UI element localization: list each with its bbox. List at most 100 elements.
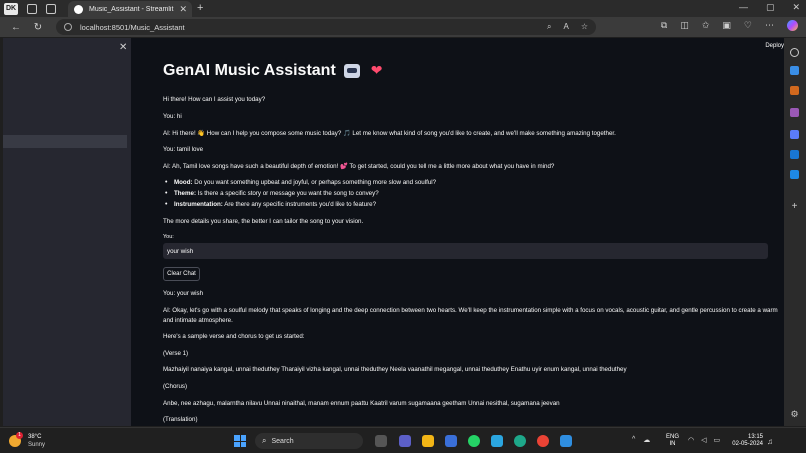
chat-message: The more details you share, the better I… — [163, 218, 364, 225]
chat-message: Mazhaiyil nanaiya kangal, unnai theduthe… — [163, 366, 627, 373]
settings-gear-icon[interactable]: ⚙ — [790, 410, 799, 419]
robot-icon — [344, 63, 361, 78]
url-text: localhost:8501/Music_Assistant — [80, 22, 185, 32]
heart-icon: ❤ — [370, 62, 383, 79]
add-icon[interactable]: + — [790, 202, 799, 212]
pen-app-icon[interactable] — [491, 435, 503, 447]
minimize-icon[interactable]: — — [739, 2, 748, 13]
taskbar: 1 38°C Sunny ⌕ Search ^ ☁ ENG IN ◠ ◁ ▭ 1… — [0, 427, 806, 453]
zoom-icon[interactable]: ⌕ — [547, 22, 551, 32]
clock-time: 13:15 — [747, 434, 763, 440]
language-indicator[interactable]: ENG IN — [666, 434, 679, 448]
new-tab-button[interactable]: + — [197, 2, 203, 14]
extensions-icon[interactable]: ⧉ — [661, 20, 667, 31]
weather-temperature: 38°C — [28, 434, 42, 440]
window-controls: — ▢ ✕ — [739, 2, 800, 13]
chat-message: (Translation) — [163, 416, 198, 423]
chat-message: (Verse 1) — [163, 350, 189, 357]
refresh-icon[interactable]: ↻ — [32, 22, 44, 33]
chat-message: You: tamil love — [163, 146, 204, 153]
taskbar-search[interactable]: ⌕ Search — [255, 433, 363, 449]
favorite-star-icon[interactable]: ☆ — [581, 22, 588, 32]
page-title-text: GenAI Music Assistant — [163, 62, 336, 79]
search-placeholder: Search — [271, 437, 294, 445]
people-icon[interactable] — [790, 108, 799, 117]
list-item: Theme: Is there a specific story or mess… — [165, 190, 379, 197]
chat-message: and intimate atmosphere. — [163, 317, 233, 324]
close-sidebar-icon[interactable]: ✕ — [119, 42, 127, 53]
chat-message: You: hi — [163, 113, 182, 120]
shopping-icon[interactable] — [790, 86, 799, 95]
tab-actions-icon[interactable] — [46, 3, 56, 14]
chat-message: You: your wish — [163, 290, 204, 297]
wifi-icon: ◠ — [688, 437, 695, 444]
taskview-app-icon[interactable] — [375, 435, 387, 447]
address-bar[interactable]: localhost:8501/Music_Assistant ⌕ A ☆ — [56, 19, 596, 35]
search-icon: ⌕ — [262, 436, 267, 445]
edge-app-icon[interactable] — [514, 435, 526, 447]
store-app-icon[interactable] — [445, 435, 457, 447]
bullet-text: Are there any specific instruments you'd… — [222, 201, 377, 208]
search-icon[interactable] — [790, 48, 799, 57]
chevron-up-icon[interactable]: ^ — [632, 436, 635, 444]
language-region: IN — [669, 441, 676, 447]
sidebar-highlight — [3, 135, 127, 148]
close-window-icon[interactable]: ✕ — [792, 2, 800, 13]
chat-message: Anbe, nee azhagu, malarntha nilavu Unnai… — [163, 400, 560, 407]
vscode-app-icon[interactable] — [560, 435, 572, 447]
collections-icon[interactable]: ▣ — [722, 20, 731, 31]
main-content: Deploy GenAI Music Assistant ❤ Hi there!… — [131, 38, 784, 426]
chrome-app-icon[interactable] — [537, 435, 549, 447]
bullet-label: Mood: — [174, 179, 193, 186]
browser-essentials-icon[interactable]: ♡ — [744, 20, 752, 31]
outlook-icon[interactable] — [790, 150, 799, 159]
bullet-label: Instrumentation: — [174, 201, 223, 208]
maximize-icon[interactable]: ▢ — [766, 2, 775, 13]
deploy-button[interactable]: Deploy — [765, 43, 784, 49]
chat-input[interactable]: your wish — [163, 243, 768, 259]
chat-message: Here's a sample verse and chorus to get … — [163, 333, 305, 340]
read-aloud-icon[interactable]: A — [563, 22, 568, 32]
back-icon[interactable]: ← — [10, 22, 22, 33]
list-item: Mood: Do you want something upbeat and j… — [165, 179, 437, 186]
clear-chat-button[interactable]: Clear Chat — [163, 267, 200, 281]
tab-title: Music_Assistant - Streamlit — [89, 5, 174, 13]
close-tab-icon[interactable]: ✕ — [179, 4, 187, 15]
input-label: You: — [163, 234, 174, 240]
site-info-icon[interactable] — [64, 23, 72, 31]
office-icon[interactable] — [790, 130, 799, 139]
edge-sidebar: + ⚙ — [784, 38, 806, 426]
chat-message: AI: Okay, let's go with a soulful melody… — [163, 307, 778, 314]
volume-icon: ◁ — [701, 437, 707, 444]
copilot-icon[interactable] — [787, 20, 798, 31]
favorites-icon[interactable]: ✩ — [702, 20, 710, 31]
tag-icon[interactable] — [790, 66, 799, 75]
system-tray: ^ ☁ — [632, 436, 650, 444]
send-icon[interactable] — [790, 170, 799, 179]
profile-button[interactable]: DK — [4, 2, 18, 15]
page-title: GenAI Music Assistant ❤ — [163, 62, 382, 80]
chat-message: AI: Ah, Tamil love songs have such a bea… — [163, 163, 555, 170]
bullet-label: Theme: — [174, 190, 197, 197]
bullet-text: Is there a specific story or message you… — [196, 190, 379, 197]
clock[interactable]: 13:15 02-05-2024 — [729, 434, 763, 448]
quick-settings[interactable]: ◠ ◁ ▭ — [688, 436, 720, 444]
file-explorer-app-icon[interactable] — [422, 435, 434, 447]
notification-bell-icon[interactable]: ♫ — [767, 437, 773, 446]
browser-tab-active[interactable]: Music_Assistant - Streamlit ✕ — [68, 1, 192, 17]
battery-icon: ▭ — [713, 437, 721, 444]
teams-app-icon[interactable] — [399, 435, 411, 447]
language-code: ENG — [666, 434, 680, 440]
cloud-icon[interactable]: ☁ — [643, 436, 650, 444]
split-screen-icon[interactable]: ◫ — [680, 20, 689, 31]
chat-message: AI: Hi there! 👋 How can I help you compo… — [163, 130, 616, 137]
streamlit-sidebar: ✕ — [3, 38, 131, 426]
bullet-text: Do you want something upbeat and joyful,… — [192, 179, 437, 186]
chat-message: Hi there! How can I assist you today? — [163, 96, 266, 103]
streamlit-favicon-icon — [74, 4, 83, 14]
start-button[interactable] — [234, 435, 246, 447]
whatsapp-app-icon[interactable] — [468, 435, 480, 447]
workspaces-icon[interactable] — [27, 3, 37, 14]
clock-date: 02-05-2024 — [732, 441, 763, 447]
more-menu-icon[interactable]: ⋯ — [765, 20, 774, 31]
